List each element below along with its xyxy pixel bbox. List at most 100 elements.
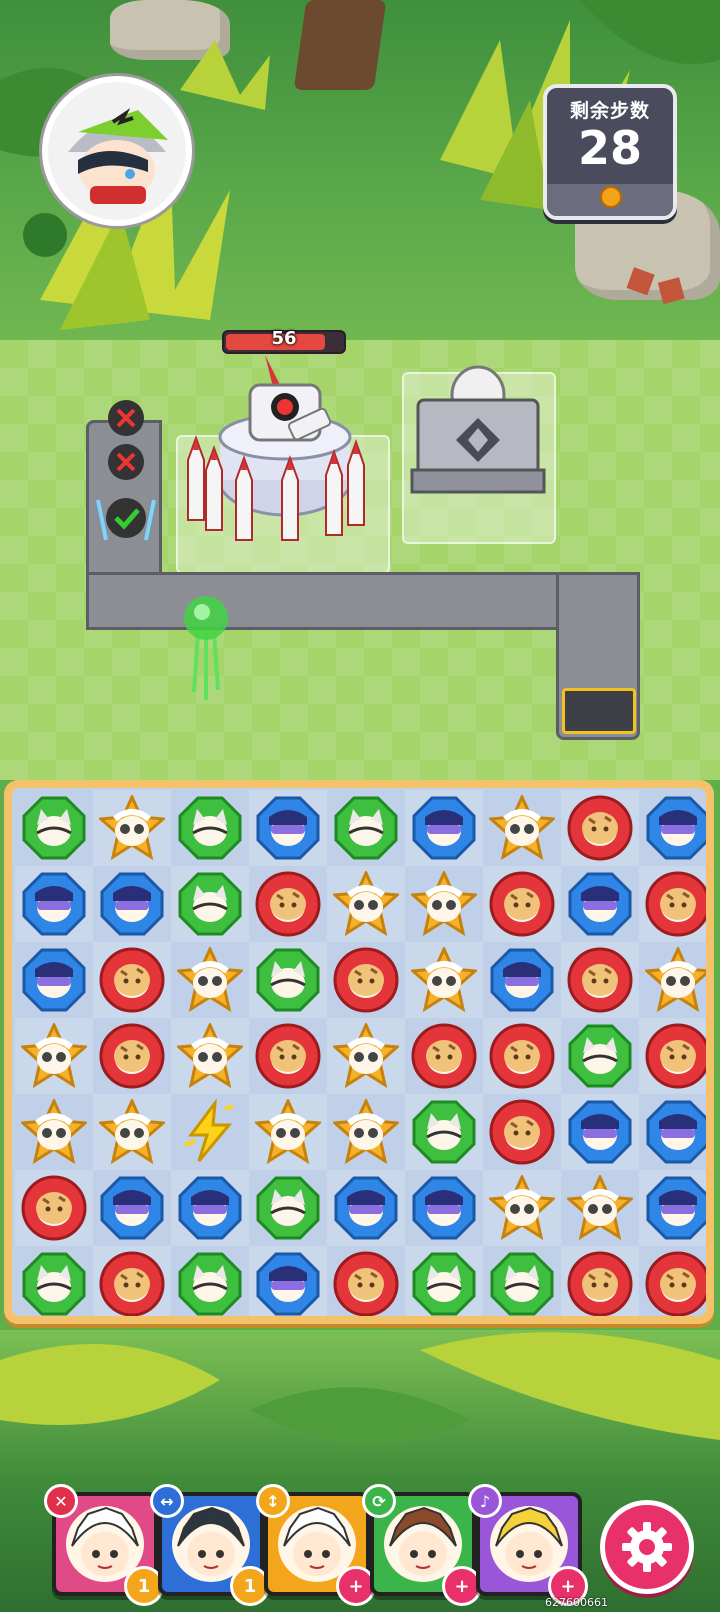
goggles-face-icon [22, 872, 86, 936]
board-cell[interactable] [327, 790, 405, 866]
sunglasses-face-icon [333, 1099, 399, 1165]
board-cell[interactable] [483, 942, 561, 1018]
board-cell[interactable] [171, 866, 249, 942]
green-energy-projectile [184, 596, 228, 700]
match-puzzle-board [4, 780, 714, 1324]
settings-button[interactable] [600, 1500, 694, 1594]
board-cell[interactable] [15, 866, 93, 942]
cat-face-icon [178, 796, 242, 860]
board-cell[interactable] [561, 1094, 639, 1170]
sunglasses-face-icon [567, 1175, 633, 1241]
board-cell[interactable] [483, 1018, 561, 1094]
board-cell[interactable] [405, 1094, 483, 1170]
sunglasses-face-icon [255, 1099, 321, 1165]
team-member-card[interactable]: ↕ + [256, 1484, 376, 1606]
board-cell[interactable] [639, 942, 706, 1018]
cat-face-icon [568, 1024, 632, 1088]
bread-face-icon [333, 947, 399, 1013]
board-cell[interactable] [639, 1018, 706, 1094]
goggles-face-icon [22, 948, 86, 1012]
board-cell[interactable] [15, 1246, 93, 1316]
board-cell[interactable] [405, 1246, 483, 1316]
bread-face-icon [645, 1023, 706, 1089]
board-cell[interactable] [171, 1018, 249, 1094]
board-cell[interactable] [405, 790, 483, 866]
sunglasses-face-icon [177, 1023, 243, 1089]
board-cell[interactable] [405, 866, 483, 942]
metal-crate-enemy[interactable] [408, 360, 548, 510]
board-cell[interactable] [15, 942, 93, 1018]
board-cell[interactable] [561, 1018, 639, 1094]
board-cell[interactable] [249, 1170, 327, 1246]
cat-face-icon [256, 1176, 320, 1240]
board-cell[interactable] [483, 1170, 561, 1246]
board-cell[interactable] [327, 942, 405, 1018]
board-cell[interactable] [249, 942, 327, 1018]
board-cell[interactable] [15, 1094, 93, 1170]
team-member-card[interactable]: ♪ + [468, 1484, 588, 1606]
board-cell[interactable] [93, 1246, 171, 1316]
board-cell[interactable] [93, 1094, 171, 1170]
board-cell[interactable] [405, 1018, 483, 1094]
board-cell[interactable] [15, 1170, 93, 1246]
board-cell[interactable] [327, 1018, 405, 1094]
bread-face-icon [99, 1251, 165, 1316]
bread-face-icon [489, 1099, 555, 1165]
team-member-card[interactable]: ↔ 1 [150, 1484, 270, 1606]
team-member-card[interactable]: ⟳ + [362, 1484, 482, 1606]
goggles-face-icon [334, 1176, 398, 1240]
board-cell[interactable] [639, 1246, 706, 1316]
board-cell[interactable] [639, 1170, 706, 1246]
board-cell[interactable] [561, 790, 639, 866]
board-cell[interactable] [327, 1246, 405, 1316]
board-cell[interactable] [171, 1094, 249, 1170]
board-cell[interactable] [249, 866, 327, 942]
board-cell[interactable] [171, 790, 249, 866]
board-cell[interactable] [93, 1170, 171, 1246]
board-cell[interactable] [327, 1094, 405, 1170]
board-cell[interactable] [171, 942, 249, 1018]
board-cell[interactable] [483, 1094, 561, 1170]
goggles-face-icon [412, 796, 476, 860]
bread-face-icon [255, 1023, 321, 1089]
board-cell[interactable] [639, 1094, 706, 1170]
board-cell[interactable] [483, 1246, 561, 1316]
board-cell[interactable] [561, 942, 639, 1018]
board-cell[interactable] [249, 1018, 327, 1094]
board-cell[interactable] [171, 1170, 249, 1246]
board-cell[interactable] [483, 866, 561, 942]
cat-face-icon [256, 948, 320, 1012]
queued-bomb-enemies [96, 400, 156, 541]
board-cell[interactable] [639, 866, 706, 942]
board-cell[interactable] [405, 942, 483, 1018]
board-cell[interactable] [639, 790, 706, 866]
team-member-card[interactable]: ✕ 1 [44, 1484, 164, 1606]
board-cell[interactable] [327, 1170, 405, 1246]
board-cell[interactable] [249, 790, 327, 866]
board-cell[interactable] [561, 1170, 639, 1246]
board-cell[interactable] [249, 1246, 327, 1316]
board-grid [12, 788, 706, 1316]
goggles-face-icon [568, 1100, 632, 1164]
skill-type-icon: ✕ [44, 1484, 78, 1518]
bread-face-icon [99, 1023, 165, 1089]
skill-type-icon: ⟳ [362, 1484, 396, 1518]
board-cell[interactable] [93, 866, 171, 942]
sunglasses-face-icon [21, 1099, 87, 1165]
board-cell[interactable] [15, 790, 93, 866]
board-cell[interactable] [93, 1018, 171, 1094]
moves-counter: 28 [577, 121, 642, 175]
board-cell[interactable] [171, 1246, 249, 1316]
board-cell[interactable] [93, 790, 171, 866]
board-cell[interactable] [405, 1170, 483, 1246]
board-cell[interactable] [15, 1018, 93, 1094]
board-cell[interactable] [483, 790, 561, 866]
player-avatar[interactable] [42, 76, 192, 226]
board-cell[interactable] [561, 1246, 639, 1316]
board-cell[interactable] [93, 942, 171, 1018]
goggles-face-icon [568, 872, 632, 936]
board-cell[interactable] [249, 1094, 327, 1170]
board-cell[interactable] [561, 866, 639, 942]
bread-face-icon [333, 1251, 399, 1316]
board-cell[interactable] [327, 866, 405, 942]
